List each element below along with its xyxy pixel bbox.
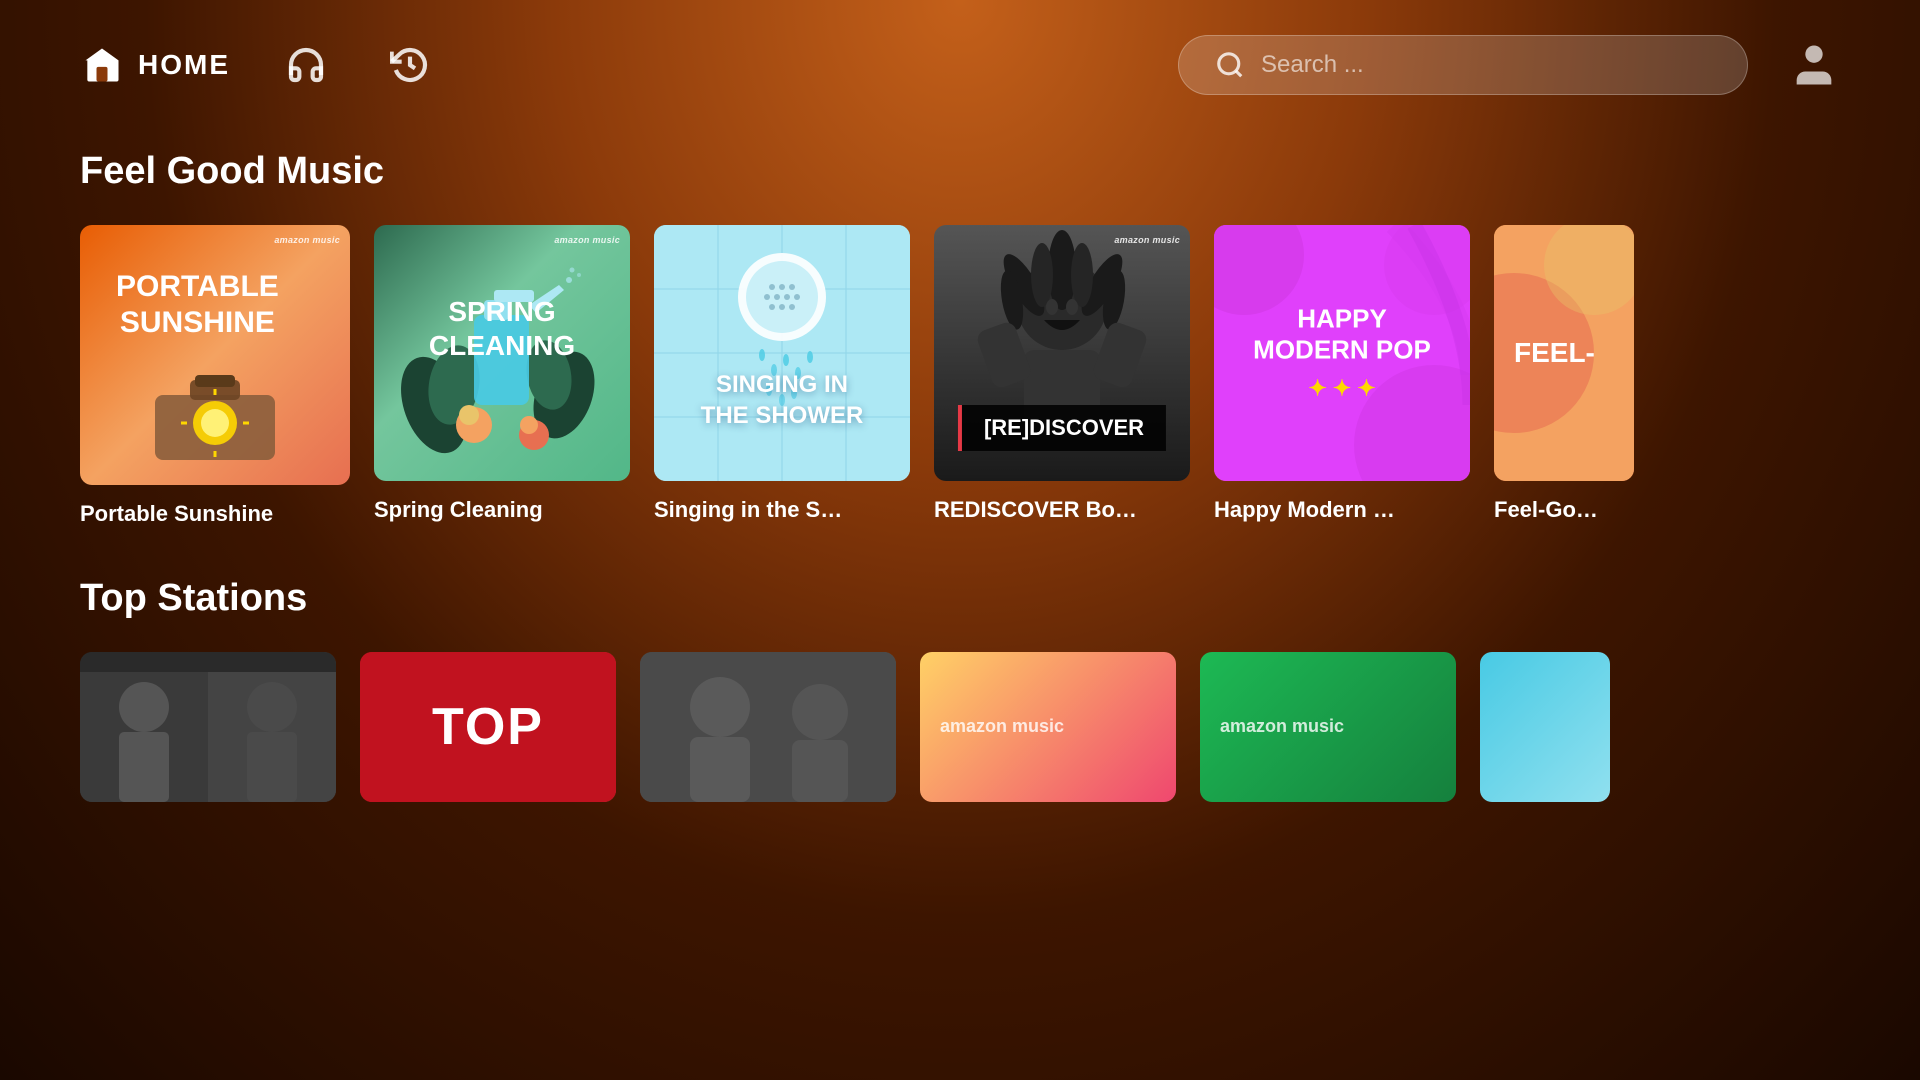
card-portable-sunshine-label: Portable Sunshine	[80, 501, 336, 527]
rediscover-badge: [RE]DISCOVER	[958, 405, 1166, 451]
header-right	[1178, 35, 1840, 95]
card-singing-shower[interactable]: amazon music	[654, 225, 910, 527]
card-rediscover-label: REDISCOVER Bo…	[934, 497, 1190, 523]
stars-row: ✦ ✦ ✦	[1253, 376, 1431, 402]
home-icon	[80, 43, 124, 87]
nav-home-button[interactable]: HOME	[80, 43, 230, 87]
station-3-art	[640, 652, 896, 802]
station-4-art: amazon music	[920, 652, 1176, 802]
header: HOME	[0, 0, 1920, 130]
shower-art	[654, 225, 910, 481]
profile-icon	[1788, 39, 1840, 91]
stations-row: ToP amazon music	[80, 652, 1840, 802]
top-station-text: ToP	[432, 697, 544, 757]
amazon-music-badge-4: amazon music	[1114, 235, 1180, 245]
station-card-6[interactable]	[1480, 652, 1610, 802]
search-input[interactable]	[1261, 51, 1711, 79]
search-icon	[1215, 50, 1245, 80]
feel-good-title: Feel Good Music	[80, 150, 1840, 193]
station-card-1[interactable]	[80, 652, 336, 802]
profile-button[interactable]	[1788, 39, 1840, 91]
headphones-icon	[286, 45, 326, 85]
feel-good-partial-text: FEEL-	[1514, 337, 1595, 369]
spring-cleaning-text: SPRINGCLEANING	[409, 275, 595, 382]
station-card-3[interactable]	[640, 652, 896, 802]
svg-text:amazon music: amazon music	[940, 716, 1064, 736]
amazon-music-badge-1: amazon music	[274, 235, 340, 245]
station-1-art	[80, 652, 336, 802]
star-3: ✦	[1357, 376, 1375, 402]
search-bar[interactable]	[1178, 35, 1748, 95]
headphones-button[interactable]	[278, 37, 334, 93]
station-5-art: amazon music	[1200, 652, 1456, 802]
top-stations-section: Top Stations	[0, 527, 1920, 802]
station-card-4[interactable]: amazon music	[920, 652, 1176, 802]
card-portable-sunshine[interactable]: amazon music PORTABLESUNSHINE	[80, 225, 350, 527]
shower-text: SINGING INTHE SHOWER	[701, 369, 864, 431]
card-feel-good-partial-label: Feel-Go…	[1494, 497, 1634, 523]
happy-modern-text: HAPPYMODERN POP ✦ ✦ ✦	[1253, 304, 1431, 403]
card-happy-modern[interactable]: music HAPPYMODERN POP ✦	[1214, 225, 1470, 527]
history-icon	[390, 45, 430, 85]
feel-good-section: Feel Good Music amazon music PORTABLESUN…	[0, 130, 1920, 527]
home-label: HOME	[138, 49, 230, 81]
portable-sunshine-text: PORTABLESUNSHINE	[96, 249, 299, 361]
card-shower-label: Singing in the S…	[654, 497, 910, 523]
station-card-2[interactable]: ToP	[360, 652, 616, 802]
card-spring-cleaning[interactable]: amazon music	[374, 225, 630, 527]
suitcase-illustration	[135, 365, 295, 465]
svg-text:amazon music: amazon music	[1220, 716, 1344, 736]
station-6-art	[1480, 652, 1610, 802]
card-feel-good-partial[interactable]: FEEL- Feel-Go…	[1494, 225, 1634, 527]
history-button[interactable]	[382, 37, 438, 93]
top-stations-title: Top Stations	[80, 577, 1840, 620]
station-card-5[interactable]: amazon music	[1200, 652, 1456, 802]
card-spring-cleaning-label: Spring Cleaning	[374, 497, 630, 523]
nav-left: HOME	[80, 37, 438, 93]
card-happy-modern-label: Happy Modern …	[1214, 497, 1470, 523]
star-2: ✦	[1333, 376, 1351, 402]
card-rediscover[interactable]: amazon music	[934, 225, 1190, 527]
star-1: ✦	[1308, 376, 1326, 402]
feel-good-cards-row: amazon music PORTABLESUNSHINE	[80, 225, 1840, 527]
